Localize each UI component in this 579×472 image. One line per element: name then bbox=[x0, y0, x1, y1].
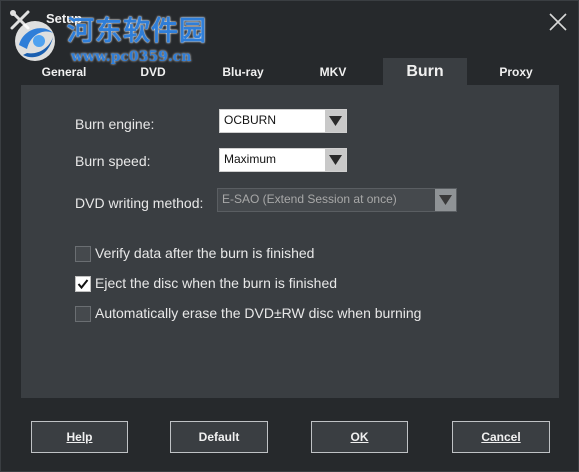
cancel-button[interactable]: Cancel bbox=[452, 421, 550, 453]
dvd-writing-method-label: DVD writing method: bbox=[75, 195, 204, 211]
erase-disc-option[interactable]: Automatically erase the DVD±RW disc when… bbox=[75, 304, 435, 324]
cancel-button-label: Cancel bbox=[481, 430, 521, 444]
tab-mkv[interactable]: MKV bbox=[299, 58, 367, 85]
dvd-writing-method-select: E-SAO (Extend Session at once) bbox=[217, 188, 457, 212]
verify-data-label: Verify data after the burn is finished bbox=[95, 245, 315, 261]
tab-proxy[interactable]: Proxy bbox=[481, 58, 551, 85]
burn-settings-panel: Burn engine: OCBURN Burn speed: Maximum … bbox=[21, 85, 559, 398]
dvd-writing-method-value: E-SAO (Extend Session at once) bbox=[222, 192, 397, 206]
help-button[interactable]: Help bbox=[31, 421, 128, 453]
checkmark-icon bbox=[77, 279, 89, 290]
verify-data-option[interactable]: Verify data after the burn is finished bbox=[75, 244, 375, 264]
tab-burn[interactable]: Burn bbox=[383, 58, 467, 85]
eject-disc-option[interactable]: Eject the disc when the burn is finished bbox=[75, 274, 375, 294]
help-button-label: Help bbox=[66, 430, 93, 444]
erase-disc-checkbox[interactable] bbox=[75, 306, 91, 322]
watermark-text: 河东软件园 bbox=[67, 16, 207, 47]
verify-data-checkbox[interactable] bbox=[75, 246, 91, 262]
setup-window: Setup 河东软件园 www.pc0359.cn General DVD Bl… bbox=[0, 0, 579, 472]
burn-speed-select[interactable]: Maximum bbox=[219, 148, 347, 172]
erase-disc-label: Automatically erase the DVD±RW disc when… bbox=[95, 305, 422, 321]
triangle-down-icon bbox=[325, 149, 346, 171]
tab-blu-ray[interactable]: Blu-ray bbox=[209, 58, 277, 85]
ok-button-label: OK bbox=[350, 430, 369, 444]
ok-button[interactable]: OK bbox=[311, 421, 408, 453]
triangle-down-icon bbox=[325, 110, 346, 132]
tab-dvd[interactable]: DVD bbox=[121, 58, 185, 85]
burn-engine-select[interactable]: OCBURN bbox=[219, 109, 347, 133]
default-button[interactable]: Default bbox=[170, 421, 268, 453]
default-button-label: Default bbox=[198, 430, 240, 444]
burn-speed-label: Burn speed: bbox=[75, 153, 151, 169]
tab-general[interactable]: General bbox=[29, 58, 99, 85]
eject-disc-checkbox[interactable] bbox=[75, 276, 91, 292]
eject-disc-label: Eject the disc when the burn is finished bbox=[95, 275, 338, 291]
burn-speed-value: Maximum bbox=[224, 152, 277, 166]
burn-engine-value: OCBURN bbox=[224, 113, 277, 127]
triangle-down-icon bbox=[435, 189, 456, 211]
burn-engine-label: Burn engine: bbox=[75, 116, 155, 132]
close-icon[interactable] bbox=[546, 10, 570, 34]
